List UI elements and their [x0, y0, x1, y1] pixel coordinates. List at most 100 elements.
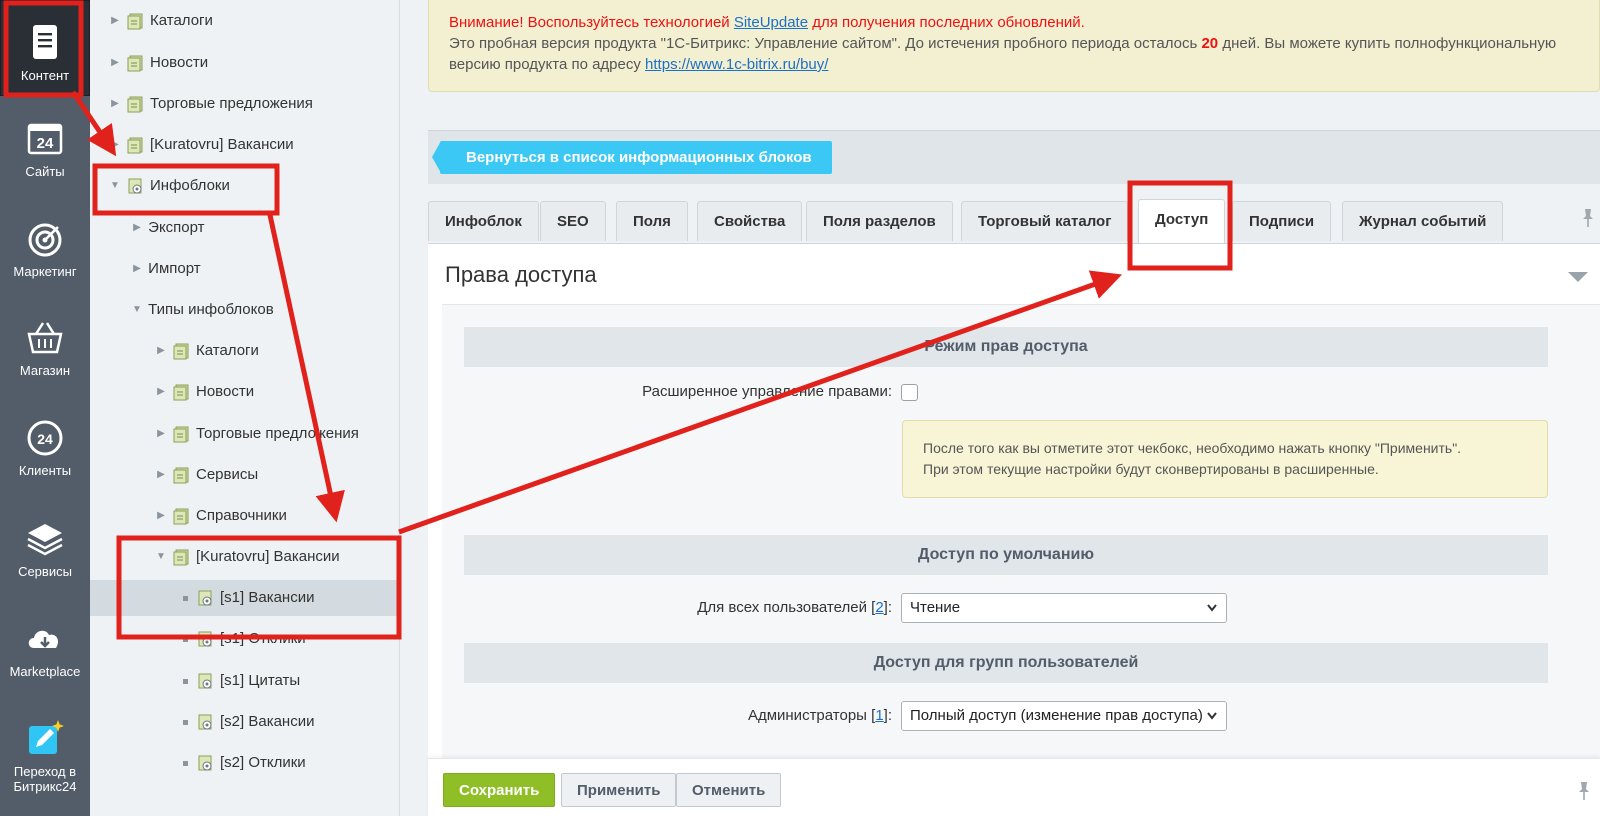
apply-button[interactable]: Применить: [561, 773, 677, 807]
extended-rights-checkbox[interactable]: [901, 384, 918, 401]
rail-label: Переход в Битрикс24: [13, 764, 77, 794]
tree-node-type-references[interactable]: ▶ Справочники: [154, 498, 287, 534]
tree-node-type-news[interactable]: ▶ Новости: [154, 374, 254, 410]
cancel-button[interactable]: Отменить: [676, 773, 782, 807]
tree-node-s1-responses[interactable]: [s1] Отклики: [178, 621, 306, 657]
rail-label: Маркетинг: [13, 264, 77, 279]
expand-arrow-icon[interactable]: ▶: [130, 210, 144, 246]
rail-item-go-bitrix24[interactable]: Переход в Битрикс24: [0, 704, 90, 814]
rail-item-content[interactable]: Контент: [0, 0, 90, 96]
all-users-text: Для всех пользователей: [697, 599, 867, 616]
tree-node-s2-vacancies[interactable]: [s2] Вакансии: [178, 704, 314, 740]
buy-link[interactable]: https://www.1c-bitrix.ru/buy/: [645, 56, 828, 73]
expand-arrow-icon[interactable]: ▶: [108, 127, 122, 163]
tree-node-export[interactable]: ▶ Экспорт: [130, 210, 204, 246]
tree-node-type-kuratovru-vacancies[interactable]: ▼ [Kuratovru] Вакансии: [154, 539, 340, 575]
expand-arrow-icon[interactable]: ▶: [154, 457, 168, 493]
expand-arrow-icon[interactable]: ▶: [108, 3, 122, 39]
tree-node-s1-quotes[interactable]: [s1] Цитаты: [178, 663, 300, 699]
crm-24-icon: 24: [27, 420, 63, 456]
expand-arrow-icon[interactable]: ▶: [130, 251, 144, 287]
back-to-iblock-list-button[interactable]: Вернуться в список информационных блоков: [432, 141, 832, 174]
chevron-down-icon: [1207, 712, 1217, 720]
tab-section-fields[interactable]: Поля разделов: [806, 201, 953, 241]
tree-node-s2-responses[interactable]: [s2] Отклики: [178, 745, 306, 781]
rail-item-sites[interactable]: 24 Сайты: [0, 104, 90, 200]
bullet-icon: [178, 663, 192, 699]
tree-node-type-offers[interactable]: ▶ Торговые предложения: [154, 416, 359, 452]
expand-arrow-icon[interactable]: ▶: [108, 86, 122, 122]
all-users-ref-link[interactable]: 2: [875, 599, 883, 616]
tree-node-offers[interactable]: ▶ Торговые предложения: [108, 86, 313, 122]
pin-icon[interactable]: [1580, 208, 1596, 228]
tab-iblock[interactable]: Инфоблок: [428, 201, 539, 241]
select-value: Полный доступ (изменение прав доступа): [910, 707, 1203, 724]
tree-node-import[interactable]: ▶ Импорт: [130, 251, 200, 287]
tree-node-label: [s1] Цитаты: [220, 672, 301, 690]
expand-arrow-icon[interactable]: ▶: [154, 416, 168, 452]
select-value: Чтение: [910, 599, 961, 616]
tree-node-label: [s2] Отклики: [220, 754, 306, 772]
notice-trial-text: Это пробная версия продукта "1С-Битрикс:…: [449, 35, 1198, 52]
tab-event-log[interactable]: Журнал событий: [1342, 201, 1504, 241]
collapse-arrow-icon[interactable]: ▼: [154, 539, 168, 575]
all-users-access-select[interactable]: Чтение: [901, 593, 1227, 623]
save-button[interactable]: Сохранить: [443, 773, 556, 807]
tab-trade-catalog[interactable]: Торговый каталог: [961, 201, 1129, 241]
tab-access[interactable]: Доступ: [1138, 199, 1226, 244]
expand-arrow-icon[interactable]: ▶: [154, 374, 168, 410]
siteupdate-link[interactable]: SiteUpdate: [734, 14, 808, 31]
tree-node-type-services[interactable]: ▶ Сервисы: [154, 457, 258, 493]
tab-captions[interactable]: Подписи: [1232, 201, 1332, 241]
expand-arrow-icon[interactable]: ▶: [154, 498, 168, 534]
rail-item-shop[interactable]: Магазин: [0, 303, 90, 399]
iblock-settings-icon: [198, 755, 212, 771]
notice-days-count: 20: [1201, 35, 1219, 52]
iblock-settings-icon: [198, 673, 212, 689]
cloud-download-icon: [28, 630, 59, 648]
pin-icon[interactable]: [1576, 781, 1592, 801]
document-icon: [33, 25, 57, 59]
tree-node-s1-vacancies[interactable]: [s1] Вакансии: [90, 580, 400, 616]
expand-arrow-icon[interactable]: ▶: [154, 333, 168, 369]
notice-line-3: версию продукта по адресу https://www.1c…: [449, 54, 1579, 75]
rail-item-clients[interactable]: 24 Клиенты: [0, 403, 90, 499]
rail-item-marketing[interactable]: Маркетинг: [0, 204, 90, 300]
tree-node-type-catalogs[interactable]: ▶ Каталоги: [154, 333, 259, 369]
edit-star-icon: [29, 720, 64, 754]
tree-panel: ▶ Каталоги ▶ Новости ▶ Торговые предложения…: [90, 0, 400, 816]
tree-node-label: [s1] Отклики: [220, 630, 306, 648]
iblock-type-icon: [173, 549, 189, 566]
all-users-label: Для всех пользователей [2]:: [697, 599, 892, 616]
collapse-arrow-icon[interactable]: ▼: [130, 292, 144, 328]
layers-icon: [27, 524, 63, 556]
tree-node-label: [Kuratovru] Вакансии: [196, 548, 340, 566]
tree-node-iblock-types[interactable]: ▼ Типы инфоблоков: [130, 292, 274, 328]
tab-seo[interactable]: SEO: [540, 201, 606, 241]
trial-notice: Внимание! Воспользуйтесь технологией Sit…: [428, 0, 1600, 92]
tree-node-catalogs[interactable]: ▶ Каталоги: [108, 3, 213, 39]
tree-node-label: Сервисы: [196, 466, 259, 484]
tree-node-label: Торговые предложения: [196, 425, 359, 443]
collapse-triangle-icon[interactable]: [1568, 272, 1588, 282]
rail-item-marketplace[interactable]: Marketplace: [0, 604, 90, 700]
collapse-arrow-icon[interactable]: ▼: [108, 168, 122, 204]
iblock-settings-icon: [198, 714, 212, 730]
tree-node-label: Инфоблоки: [150, 177, 230, 195]
tab-fields[interactable]: Поля: [616, 201, 688, 241]
tree-node-iblocks[interactable]: ▼ Инфоблоки: [108, 168, 230, 204]
admins-text: Администраторы: [747, 707, 867, 724]
admins-ref-link[interactable]: 1: [875, 707, 883, 724]
bullet-icon: [178, 621, 192, 657]
form-footer: Сохранить Применить Отменить: [428, 758, 1600, 816]
rail-label: Сайты: [25, 164, 65, 179]
rail-item-services[interactable]: Сервисы: [0, 504, 90, 600]
access-card: Права доступа Режим прав доступа Расшире…: [428, 243, 1600, 764]
admins-access-select[interactable]: Полный доступ (изменение прав доступа): [901, 701, 1227, 731]
tab-properties[interactable]: Свойства: [697, 201, 803, 241]
rail-label: Контент: [20, 68, 70, 83]
tree-node-news[interactable]: ▶ Новости: [108, 45, 208, 81]
tree-node-kuratovru-vacancies[interactable]: ▶ [Kuratovru] Вакансии: [108, 127, 294, 163]
expand-arrow-icon[interactable]: ▶: [108, 45, 122, 81]
tree-node-label: Торговые предложения: [150, 95, 313, 113]
